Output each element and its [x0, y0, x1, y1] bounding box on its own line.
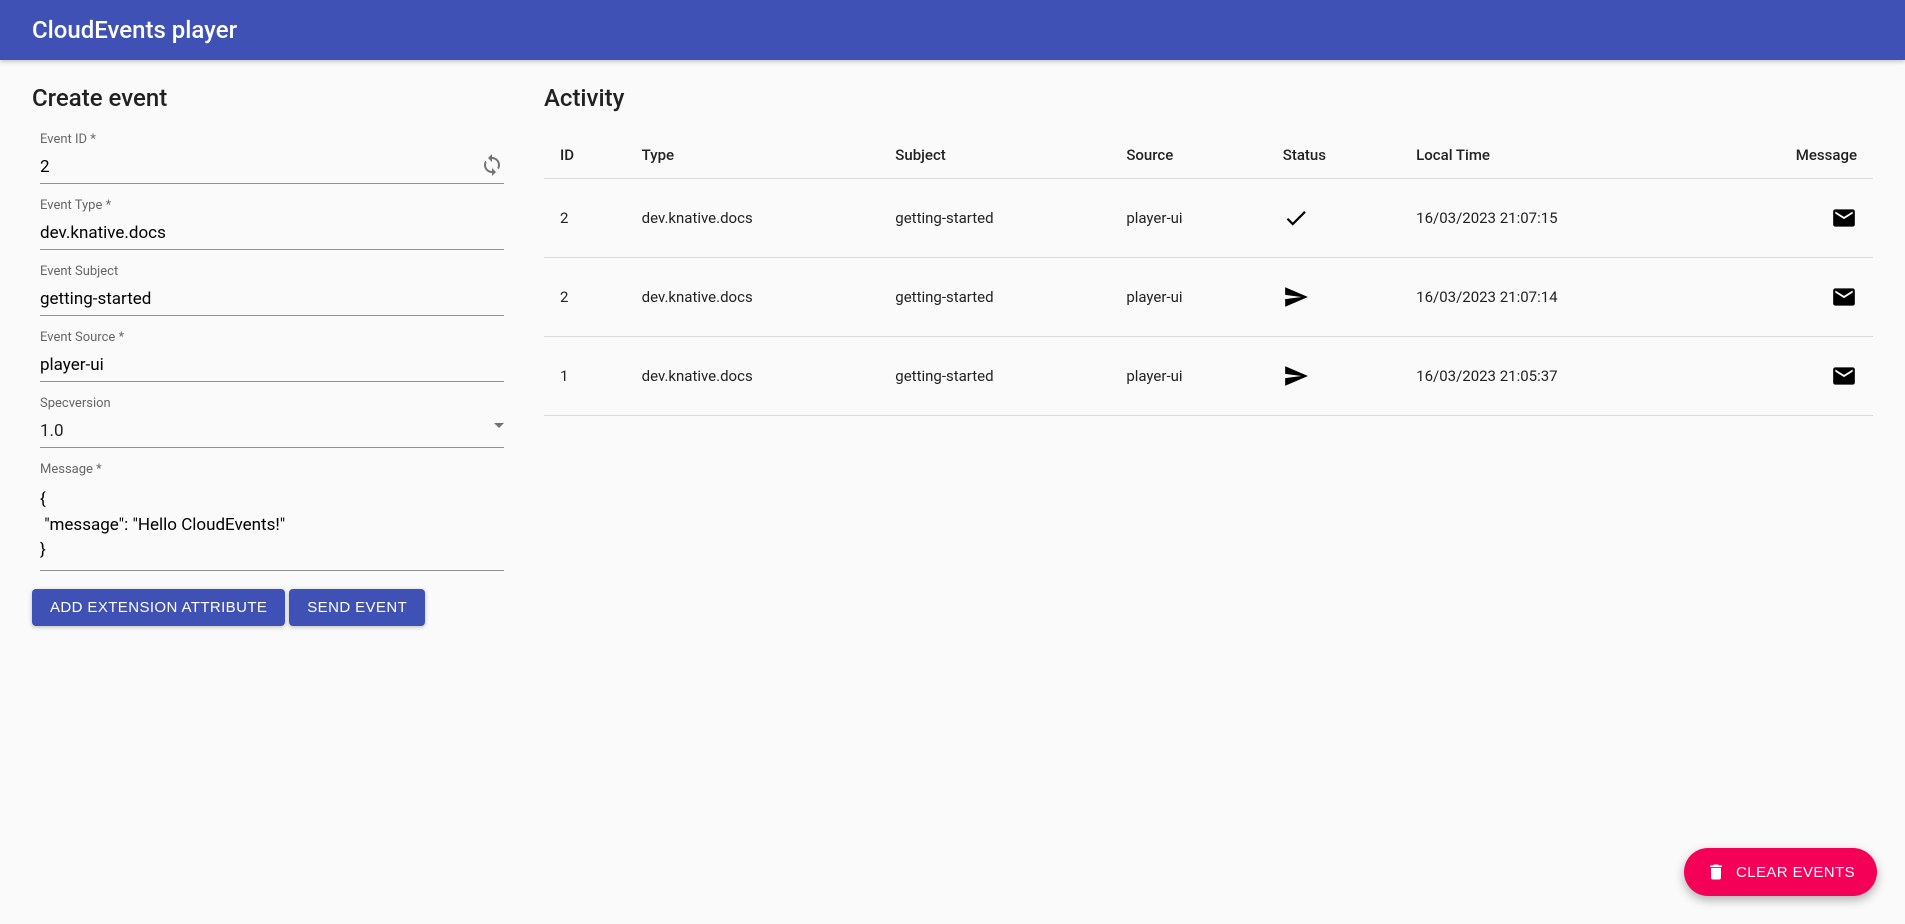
cell-id: 1 — [544, 337, 626, 416]
message-label: Message * — [40, 462, 504, 477]
event-subject-label: Event Subject — [40, 264, 504, 279]
check-icon — [1283, 205, 1309, 231]
table-row: 1dev.knative.docsgetting-startedplayer-u… — [544, 337, 1873, 416]
activity-panel: Activity ID Type Subject Source Status L… — [544, 84, 1873, 626]
cell-message — [1708, 179, 1873, 258]
main-content: Create event Event ID * Event Type * Eve… — [0, 60, 1905, 650]
send-icon — [1283, 363, 1309, 389]
cell-status — [1267, 337, 1400, 416]
event-subject-field-wrapper: Event Subject — [40, 264, 504, 316]
activity-table: ID Type Subject Source Status Local Time… — [544, 132, 1873, 416]
create-event-panel: Create event Event ID * Event Type * Eve… — [32, 84, 512, 626]
event-id-field-wrapper: Event ID * — [40, 132, 504, 184]
event-type-label: Event Type * — [40, 198, 504, 213]
clear-events-button[interactable]: Clear Events — [1684, 848, 1877, 896]
regenerate-id-icon[interactable] — [480, 153, 504, 177]
activity-table-header-row: ID Type Subject Source Status Local Time… — [544, 132, 1873, 179]
col-message: Message — [1708, 132, 1873, 179]
mail-icon[interactable] — [1831, 205, 1857, 231]
cell-status — [1267, 258, 1400, 337]
cell-type: dev.knative.docs — [626, 258, 880, 337]
cell-message — [1708, 258, 1873, 337]
cell-type: dev.knative.docs — [626, 337, 880, 416]
specversion-label: Specversion — [40, 396, 504, 411]
event-id-label: Event ID * — [40, 132, 504, 147]
add-extension-attribute-button[interactable]: Add Extension Attribute — [32, 589, 285, 626]
col-id: ID — [544, 132, 626, 179]
event-id-input[interactable] — [40, 151, 504, 184]
cell-source: player-ui — [1110, 179, 1266, 258]
message-textarea[interactable] — [40, 481, 504, 571]
event-subject-input[interactable] — [40, 283, 504, 316]
cell-source: player-ui — [1110, 258, 1266, 337]
create-event-title: Create event — [32, 84, 512, 112]
clear-events-label: Clear Events — [1736, 864, 1855, 881]
specversion-select[interactable]: 1.0 — [40, 415, 504, 448]
col-status: Status — [1267, 132, 1400, 179]
app-header: CloudEvents player — [0, 0, 1905, 60]
table-row: 2dev.knative.docsgetting-startedplayer-u… — [544, 258, 1873, 337]
table-row: 2dev.knative.docsgetting-startedplayer-u… — [544, 179, 1873, 258]
mail-icon[interactable] — [1831, 284, 1857, 310]
col-type: Type — [626, 132, 880, 179]
cell-subject: getting-started — [879, 179, 1110, 258]
form-button-row: Add Extension Attribute Send Event — [32, 589, 512, 626]
activity-title: Activity — [544, 84, 1873, 112]
event-source-label: Event Source * — [40, 330, 504, 345]
app-title: CloudEvents player — [32, 16, 237, 44]
cell-message — [1708, 337, 1873, 416]
cell-local-time: 16/03/2023 21:07:14 — [1400, 258, 1707, 337]
event-source-field-wrapper: Event Source * — [40, 330, 504, 382]
col-subject: Subject — [879, 132, 1110, 179]
col-local-time: Local Time — [1400, 132, 1707, 179]
dropdown-arrow-icon — [494, 423, 504, 428]
col-source: Source — [1110, 132, 1266, 179]
cell-status — [1267, 179, 1400, 258]
cell-type: dev.knative.docs — [626, 179, 880, 258]
send-icon — [1283, 284, 1309, 310]
event-source-input[interactable] — [40, 349, 504, 382]
cell-local-time: 16/03/2023 21:05:37 — [1400, 337, 1707, 416]
message-field-wrapper: Message * — [40, 462, 504, 575]
mail-icon[interactable] — [1831, 363, 1857, 389]
specversion-field-wrapper: Specversion 1.0 — [40, 396, 504, 448]
cell-id: 2 — [544, 258, 626, 337]
trash-icon — [1706, 862, 1726, 882]
event-type-input[interactable] — [40, 217, 504, 250]
cell-subject: getting-started — [879, 337, 1110, 416]
cell-subject: getting-started — [879, 258, 1110, 337]
cell-id: 2 — [544, 179, 626, 258]
event-type-field-wrapper: Event Type * — [40, 198, 504, 250]
cell-local-time: 16/03/2023 21:07:15 — [1400, 179, 1707, 258]
send-event-button[interactable]: Send Event — [289, 589, 425, 626]
cell-source: player-ui — [1110, 337, 1266, 416]
